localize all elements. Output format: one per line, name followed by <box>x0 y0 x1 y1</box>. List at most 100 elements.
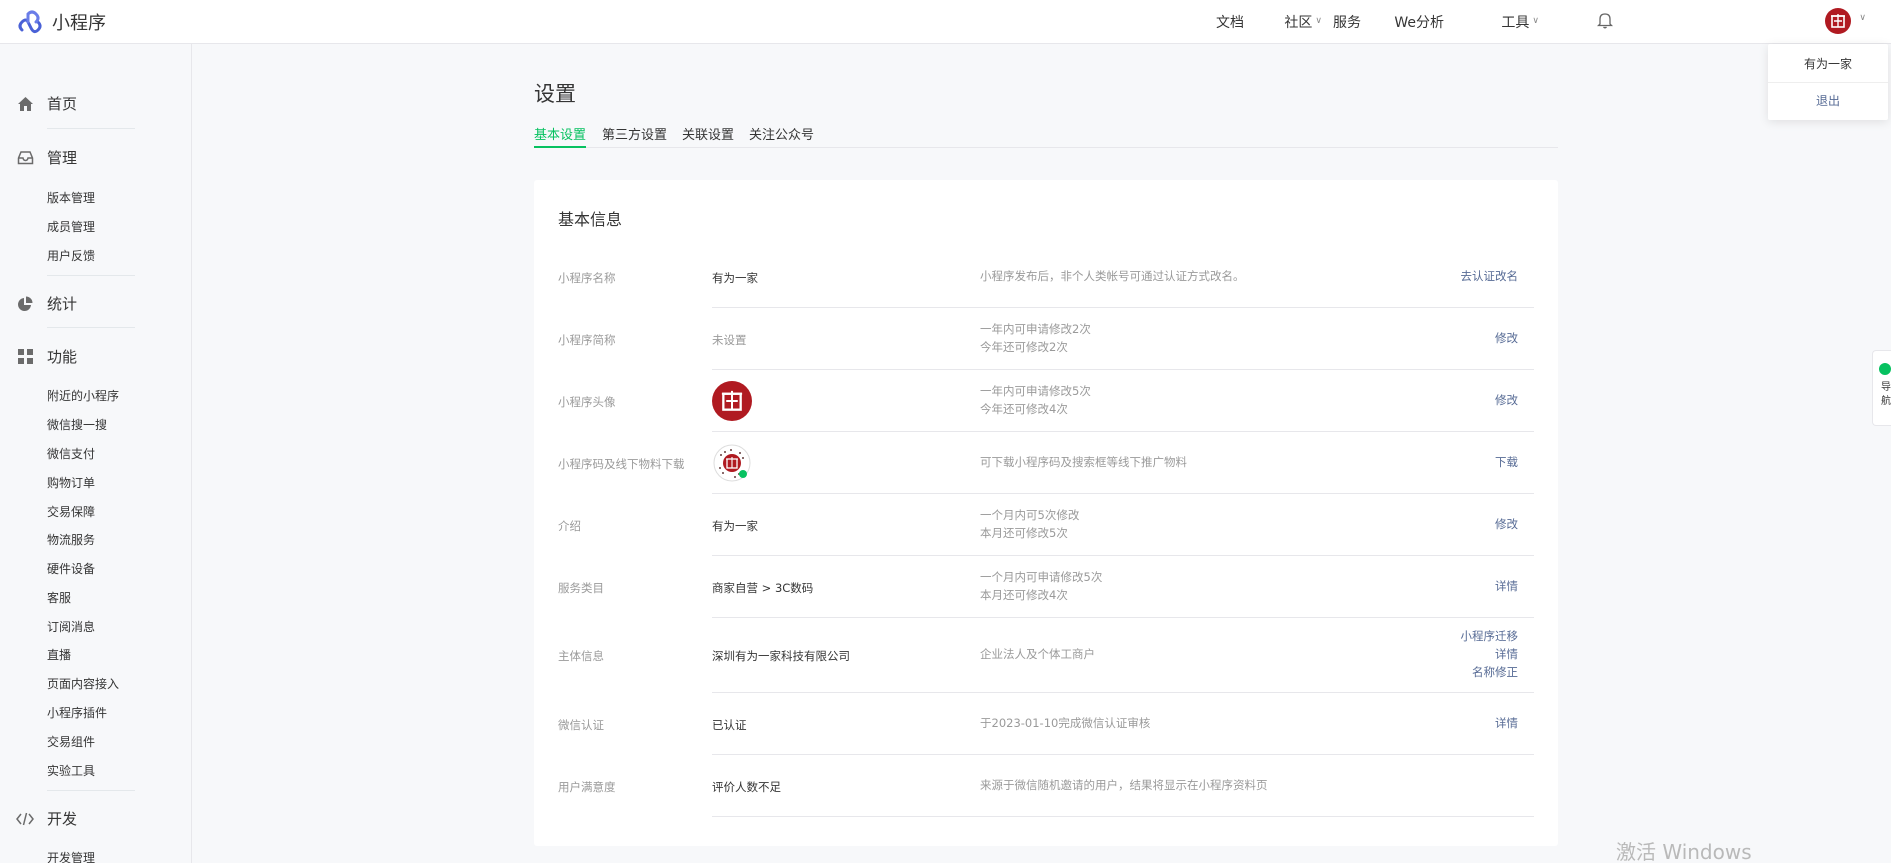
divider <box>712 816 1534 817</box>
tab-follow-account[interactable]: 关注公众号 <box>749 124 814 143</box>
row-label: 主体信息 <box>558 649 604 663</box>
info-row-avatar: 小程序头像 一年内可申请修改5次 今年还可修改4次 修改 <box>558 370 1534 432</box>
sidebar-item-feedback[interactable]: 用户反馈 <box>47 247 95 264</box>
row-value: 有为一家 <box>712 271 758 285</box>
sidebar-item-home[interactable]: 首页 <box>16 93 77 114</box>
guide-label: 导航 <box>1881 382 1891 407</box>
row-label: 小程序头像 <box>558 395 616 409</box>
sidebar-item-dev-manage[interactable]: 开发管理 <box>47 849 95 863</box>
inbox-icon <box>16 149 34 167</box>
code-icon <box>16 810 34 828</box>
nav-tools[interactable]: 工具 ∨ <box>1501 12 1539 32</box>
floating-guide-widget[interactable]: 导航 <box>1872 350 1891 426</box>
divider <box>47 275 135 276</box>
divider <box>47 790 135 791</box>
account-name: 有为一家 <box>1803 57 1852 71</box>
grid-icon <box>16 348 34 366</box>
sidebar-item-logistics[interactable]: 物流服务 <box>47 531 95 548</box>
migrate-link[interactable]: 小程序迁移 <box>1461 627 1519 645</box>
row-desc: 小程序发布后，非个人类帐号可通过认证方式改名。 <box>980 269 1245 283</box>
info-row-category: 服务类目 商家自营 > 3C数码 一个月内可申请修改5次 本月还可修改4次 详情 <box>558 556 1534 618</box>
sidebar-item-members[interactable]: 成员管理 <box>47 218 95 235</box>
info-row-satisfaction: 用户满意度 评价人数不足 来源于微信随机邀请的用户，结果将显示在小程序资料页 <box>558 755 1534 817</box>
brand[interactable]: 小程序 <box>16 8 106 36</box>
chevron-down-icon: ∨ <box>1315 16 1322 26</box>
pie-chart-icon <box>16 295 34 313</box>
sidebar-item-hardware[interactable]: 硬件设备 <box>47 560 95 577</box>
nav-community[interactable]: 社区 ∨ <box>1284 12 1322 32</box>
nav-tools-label: 工具 <box>1501 15 1530 31</box>
edit-link[interactable]: 修改 <box>1495 329 1518 347</box>
row-desc: 企业法人及个体工商户 <box>980 647 1095 661</box>
desc-line: 一个月内可5次修改 <box>980 508 1080 522</box>
row-desc: 可下载小程序码及搜索框等线下推广物料 <box>980 455 1187 469</box>
chevron-down-icon[interactable]: ∨ <box>1859 13 1866 23</box>
sidebar-item-lab[interactable]: 实验工具 <box>47 762 95 779</box>
sidebar-item-plugins[interactable]: 小程序插件 <box>47 704 107 721</box>
desc-line: 本月还可修改4次 <box>980 588 1068 602</box>
row-desc: 一个月内可5次修改 本月还可修改5次 <box>980 506 1079 542</box>
sidebar-item-stats[interactable]: 统计 <box>16 293 77 314</box>
nav-analytics[interactable]: We分析 <box>1394 12 1444 32</box>
sidebar-item-content[interactable]: 页面内容接入 <box>47 675 119 692</box>
tab-association[interactable]: 关联设置 <box>682 124 734 143</box>
row-value: 有为一家 <box>712 519 758 533</box>
account-dropdown: 有为一家 退出 <box>1768 44 1888 120</box>
details-link[interactable]: 详情 <box>1461 645 1518 663</box>
sidebar-item-customer-service[interactable]: 客服 <box>47 589 71 606</box>
row-value: 评价人数不足 <box>712 780 781 794</box>
app-name: 小程序 <box>52 13 106 34</box>
details-link[interactable]: 详情 <box>1495 714 1518 732</box>
nav-community-label: 社区 <box>1284 15 1313 31</box>
chevron-down-icon: ∨ <box>1532 16 1539 26</box>
row-desc: 来源于微信随机邀请的用户，结果将显示在小程序资料页 <box>980 778 1268 792</box>
divider <box>47 327 135 328</box>
details-link[interactable]: 详情 <box>1495 577 1518 595</box>
sidebar-item-trade-components[interactable]: 交易组件 <box>47 733 95 750</box>
sidebar-label: 功能 <box>47 348 78 366</box>
sidebar-item-nearby[interactable]: 附近的小程序 <box>47 387 119 404</box>
windows-activation-watermark: 激活 Windows <box>1616 840 1752 863</box>
sidebar-label: 开发 <box>47 810 78 828</box>
nav-docs[interactable]: 文档 <box>1216 12 1244 32</box>
sidebar-label: 统计 <box>47 295 78 313</box>
bell-icon[interactable] <box>1596 11 1614 33</box>
name-correction-link[interactable]: 名称修正 <box>1461 663 1518 681</box>
divider <box>1768 82 1888 83</box>
info-row-verification: 微信认证 已认证 于2023-01-10完成微信认证审核 详情 <box>558 693 1534 755</box>
desc-line: 今年还可修改4次 <box>980 402 1068 416</box>
sidebar-label: 管理 <box>47 149 78 167</box>
active-tab-indicator <box>534 146 586 148</box>
info-row-qrcode: 小程序码及线下物料下载 可下载小程序码及搜索框等线下推广物料 下载 <box>558 432 1534 494</box>
nav-services[interactable]: 服务 <box>1333 12 1361 32</box>
row-desc: 一年内可申请修改2次 今年还可修改2次 <box>980 320 1091 356</box>
info-row-name: 小程序名称 有为一家 小程序发布后，非个人类帐号可通过认证方式改名。 去认证改名 <box>558 246 1534 308</box>
sidebar-item-dev[interactable]: 开发 <box>16 808 77 829</box>
basic-info-card: 基本信息 小程序名称 有为一家 小程序发布后，非个人类帐号可通过认证方式改名。 … <box>534 180 1558 846</box>
sidebar-label: 首页 <box>47 95 78 113</box>
sidebar-item-features[interactable]: 功能 <box>16 346 77 367</box>
logout-link[interactable]: 退出 <box>1768 92 1888 109</box>
tab-basic[interactable]: 基本设置 <box>534 124 586 143</box>
download-link[interactable]: 下载 <box>1495 453 1518 471</box>
sidebar-item-orders[interactable]: 购物订单 <box>47 474 95 491</box>
home-icon <box>16 95 34 113</box>
miniprogram-logo-icon <box>16 8 44 36</box>
sidebar-item-guarantee[interactable]: 交易保障 <box>47 503 95 520</box>
rename-link[interactable]: 去认证改名 <box>1461 267 1519 285</box>
edit-link[interactable]: 修改 <box>1495 391 1518 409</box>
sidebar-item-live[interactable]: 直播 <box>47 646 71 663</box>
sidebar-item-version[interactable]: 版本管理 <box>47 189 95 206</box>
user-avatar[interactable] <box>1825 8 1851 34</box>
info-row-intro: 介绍 有为一家 一个月内可5次修改 本月还可修改5次 修改 <box>558 494 1534 556</box>
row-label: 小程序简称 <box>558 333 616 347</box>
miniprogram-avatar <box>712 381 752 421</box>
sidebar-item-pay[interactable]: 微信支付 <box>47 445 95 462</box>
sidebar-item-manage[interactable]: 管理 <box>16 147 77 168</box>
row-desc: 于2023-01-10完成微信认证审核 <box>980 716 1151 730</box>
row-label: 小程序码及线下物料下载 <box>558 457 685 471</box>
tab-third-party[interactable]: 第三方设置 <box>602 124 667 143</box>
edit-link[interactable]: 修改 <box>1495 515 1518 533</box>
sidebar-item-search[interactable]: 微信搜一搜 <box>47 416 107 433</box>
sidebar-item-subscribe[interactable]: 订阅消息 <box>47 618 95 635</box>
